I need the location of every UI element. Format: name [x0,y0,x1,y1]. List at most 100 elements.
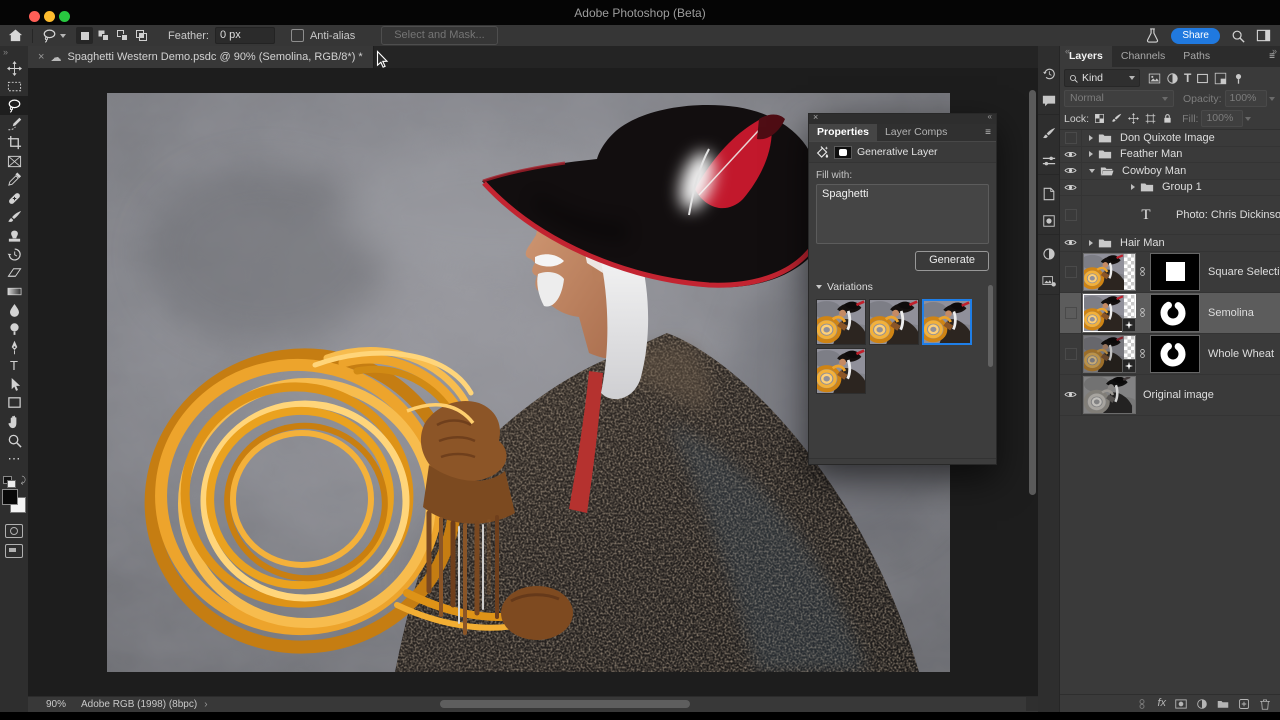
search-icon[interactable] [1231,29,1245,43]
new-adjustment-layer-icon[interactable] [1196,698,1208,710]
workspace-switcher-icon[interactable] [1256,28,1271,43]
layer-visibility-toggle[interactable] [1060,235,1082,251]
chevron-right-icon[interactable] [1089,134,1093,141]
layer-row-hair-man[interactable]: Hair Man [1060,235,1280,252]
generate-button[interactable]: Generate [915,251,989,271]
vertical-scrollbar[interactable] [1029,90,1036,495]
tab-properties[interactable]: Properties [809,124,877,141]
toolbar-expand-icon[interactable]: » [0,46,28,59]
tool-history-brush[interactable] [0,245,28,264]
layer-thumbnail[interactable] [1083,334,1136,373]
panel-icon-adjustments[interactable] [1038,240,1059,267]
switch-colors-icon[interactable]: ⤸ [21,475,26,486]
tool-eraser[interactable] [0,264,28,283]
panel-icon-tool-presets[interactable] [1038,147,1059,175]
layer-row-original-image[interactable]: Original image [1060,374,1280,416]
layer-thumbnail[interactable] [1083,375,1136,414]
tool-move[interactable] [0,59,28,78]
close-panel-icon[interactable]: × [813,112,818,122]
subtract-from-selection-button[interactable] [114,27,131,44]
default-colors-icon[interactable] [3,476,16,489]
feather-input[interactable]: 0 px [214,27,275,44]
layer-row-semolina[interactable]: Semolina [1060,292,1280,334]
layer-visibility-toggle[interactable] [1060,333,1082,374]
tool-marquee[interactable] [0,78,28,97]
add-to-selection-button[interactable] [95,27,112,44]
chevron-down-icon[interactable] [1089,168,1095,173]
type-layers-filter-icon[interactable]: T [1184,71,1191,85]
panel-icon-adjustment-presets[interactable] [1038,207,1059,235]
tool-more-tools[interactable]: ⋯ [0,449,28,468]
layer-row-group-1[interactable]: Group 1 [1060,179,1280,196]
variation-thumbnail-3[interactable] [922,299,972,345]
close-window-button[interactable] [29,11,40,22]
tool-path-selection[interactable] [0,375,28,394]
tool-blur[interactable] [0,301,28,320]
variation-thumbnail-4[interactable] [816,348,866,394]
layer-mask-thumbnail[interactable] [1150,334,1200,373]
layer-thumbnail[interactable] [1083,252,1136,291]
tool-type[interactable]: T [0,357,28,376]
layer-effects-icon[interactable]: fx [1157,698,1166,709]
layer-row-square-selection[interactable]: Square Selection [1060,251,1280,293]
lock-artboard-icon[interactable] [1145,113,1156,124]
tab-layer-comps[interactable]: Layer Comps [877,124,955,141]
tool-rectangle[interactable] [0,394,28,413]
close-tab-icon[interactable]: × [38,51,44,63]
opacity-value[interactable]: 100% [1224,90,1267,107]
collapse-dock-icon[interactable]: « [1065,46,1070,56]
tool-clone-stamp[interactable] [0,226,28,245]
expand-dock-icon[interactable]: » [1272,46,1277,56]
link-layers-icon[interactable] [1136,698,1148,710]
current-tool-lasso[interactable] [42,28,66,43]
layer-visibility-toggle[interactable] [1060,130,1082,146]
pinned-filter-icon[interactable] [1232,72,1245,85]
chevron-right-icon[interactable] [1089,151,1093,158]
panel-icon-brush-settings[interactable] [1038,120,1059,147]
horizontal-scrollbar[interactable] [440,700,690,708]
document-tab[interactable]: × ☁ Spaghetti Western Demo.psdc @ 90% (S… [28,46,374,68]
new-group-icon[interactable] [1217,698,1229,710]
lock-paint-icon[interactable] [1111,113,1122,124]
tool-healing-brush[interactable] [0,189,28,208]
tab-paths[interactable]: Paths [1174,46,1219,67]
panel-menu-icon[interactable]: ≡ [985,124,991,141]
layer-thumbnail[interactable] [1083,293,1136,332]
tool-dodge[interactable] [0,319,28,338]
tool-crop[interactable] [0,133,28,152]
tool-zoom[interactable] [0,431,28,450]
variation-thumbnail-2[interactable] [869,299,919,345]
layer-visibility-toggle[interactable] [1060,292,1082,333]
layer-mask-thumbnail[interactable] [1150,293,1200,332]
smart-objects-filter-icon[interactable] [1214,72,1227,85]
tool-pen[interactable] [0,338,28,357]
delete-layer-icon[interactable] [1259,698,1271,710]
share-button[interactable]: Share [1171,27,1220,44]
new-selection-button[interactable] [76,27,93,44]
blend-mode-dropdown[interactable]: Normal [1064,90,1174,107]
layer-row-photo-chris-dickinson[interactable]: T Photo: Chris Dickinson [1060,196,1280,235]
collapse-panel-icon[interactable]: « [988,112,992,121]
panel-icon-export-as[interactable] [1038,267,1059,295]
new-layer-icon[interactable] [1238,698,1250,710]
panel-resize-edge[interactable] [809,458,996,464]
add-layer-mask-icon[interactable] [1175,698,1187,710]
lock-all-icon[interactable] [1162,113,1173,124]
status-chevron-icon[interactable]: › [204,699,207,710]
screen-mode-button[interactable] [5,544,23,559]
prompt-input[interactable]: Spaghetti [816,184,989,244]
pixel-layers-filter-icon[interactable] [1148,72,1161,85]
home-icon[interactable] [8,28,23,43]
layer-row-cowboy-man[interactable]: Cowboy Man [1060,163,1280,180]
panel-icon-comments[interactable] [1038,87,1059,115]
beta-flask-icon[interactable] [1145,28,1160,43]
variation-thumbnail-1[interactable] [816,299,866,345]
layer-row-whole-wheat[interactable]: Whole Wheat [1060,333,1280,375]
panel-icon-history[interactable] [1038,60,1059,87]
minimize-window-button[interactable] [44,11,55,22]
foreground-color-swatch[interactable] [2,489,18,506]
select-and-mask-button[interactable]: Select and Mask... [381,26,498,45]
chevron-right-icon[interactable] [1089,239,1093,246]
antialias-checkbox[interactable] [290,29,304,42]
tool-gradient[interactable] [0,282,28,301]
